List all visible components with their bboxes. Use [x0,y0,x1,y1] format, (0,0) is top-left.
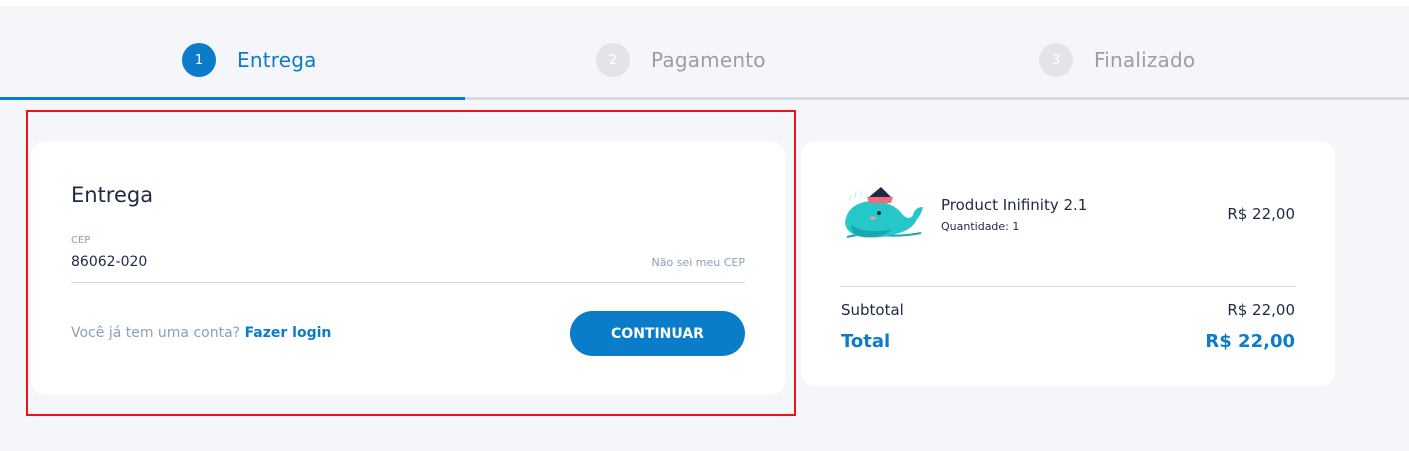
order-summary-card: Product Inifinity 2.1 Quantidade: 1 R$ 2… [801,141,1335,386]
product-name: Product Inifinity 2.1 [941,196,1088,214]
step-number-badge: 2 [596,43,630,77]
step-number-badge: 1 [182,43,216,77]
step-number-badge: 3 [1039,43,1073,77]
step-finalizado[interactable]: 3 Finalizado [1039,43,1195,77]
product-quantity: Quantidade: 1 [941,220,1020,233]
whale-product-image [845,187,923,238]
continue-button[interactable]: CONTINUAR [570,311,745,356]
account-prompt: Você já tem uma conta? Fazer login [71,325,331,341]
cep-help-link[interactable]: Não sei meu CEP [652,256,745,269]
login-link[interactable]: Fazer login [245,325,332,341]
subtotal-value: R$ 22,00 [1227,301,1295,319]
checkout-stepper: 1 Entrega 2 Pagamento 3 Finalizado [0,6,1409,101]
account-question: Você já tem uma conta? [71,325,241,341]
stepper-progress-track [0,97,1409,100]
stepper-progress-fill [0,97,465,100]
total-label: Total [841,331,891,352]
step-label: Finalizado [1094,48,1196,72]
delivery-card: Entrega CEP 86062-020 Não sei meu CEP Vo… [31,141,785,395]
total-value: R$ 22,00 [1205,331,1295,352]
cep-label: CEP [71,235,91,246]
step-entrega[interactable]: 1 Entrega [182,43,317,77]
step-label: Entrega [237,48,317,72]
cep-input[interactable]: 86062-020 [71,254,147,270]
subtotal-label: Subtotal [841,301,904,319]
delivery-title: Entrega [71,183,154,207]
cep-input-underline [71,282,745,283]
summary-divider [841,286,1295,287]
step-label: Pagamento [651,48,766,72]
step-pagamento[interactable]: 2 Pagamento [596,43,766,77]
product-price: R$ 22,00 [1227,205,1295,223]
